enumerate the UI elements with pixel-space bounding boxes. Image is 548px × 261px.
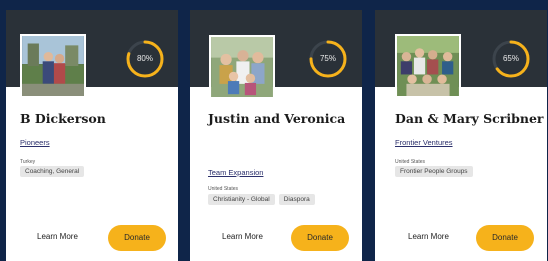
tag-list: Frontier People Groups xyxy=(395,166,473,177)
organization-link[interactable]: Pioneers xyxy=(20,138,50,147)
location-label: United States xyxy=(395,159,426,165)
profile-photo[interactable] xyxy=(209,35,275,99)
location-label: Turkey xyxy=(20,159,36,165)
focus-tag: Diaspora xyxy=(278,194,315,205)
profile-photo-image xyxy=(211,37,273,97)
progress-percent-label: 65% xyxy=(502,54,519,63)
missionary-card-1: 80% B Dickerson Pioneers Turkey Coaching… xyxy=(6,10,178,261)
missionary-name: B Dickerson xyxy=(20,111,106,126)
progress-percent-label: 80% xyxy=(136,54,153,63)
organization-link[interactable]: Frontier Ventures xyxy=(395,138,453,147)
funding-progress-ring: 75% xyxy=(307,38,349,80)
tag-list: Christianity - Global Diaspora xyxy=(208,194,315,205)
focus-tag: Frontier People Groups xyxy=(395,166,473,177)
donate-button[interactable]: Donate xyxy=(291,225,349,251)
tag-list: Coaching, General xyxy=(20,166,85,177)
profile-photo-image xyxy=(397,36,459,96)
learn-more-link[interactable]: Learn More xyxy=(408,232,449,241)
funding-progress-ring: 65% xyxy=(490,38,532,80)
organization-link[interactable]: Team Expansion xyxy=(208,168,263,177)
missionary-card-3: 65% Dan & Mary Scribner Frontier Venture… xyxy=(375,10,547,261)
profile-photo[interactable] xyxy=(395,34,461,98)
learn-more-link[interactable]: Learn More xyxy=(37,232,78,241)
profile-photo-image xyxy=(22,36,84,96)
progress-percent-label: 75% xyxy=(319,54,336,63)
missionary-card-2: 75% Justin and Veronica Team Expansion U… xyxy=(190,10,362,261)
missionary-name: Dan & Mary Scribner xyxy=(395,111,544,126)
learn-more-link[interactable]: Learn More xyxy=(222,232,263,241)
missionary-name: Justin and Veronica xyxy=(208,111,346,126)
profile-photo[interactable] xyxy=(20,34,86,98)
funding-progress-ring: 80% xyxy=(124,38,166,80)
focus-tag: Christianity - Global xyxy=(208,194,275,205)
focus-tag: Coaching, General xyxy=(20,166,85,177)
donate-button[interactable]: Donate xyxy=(476,225,534,251)
location-label: United States xyxy=(208,186,239,192)
donate-button[interactable]: Donate xyxy=(108,225,166,251)
